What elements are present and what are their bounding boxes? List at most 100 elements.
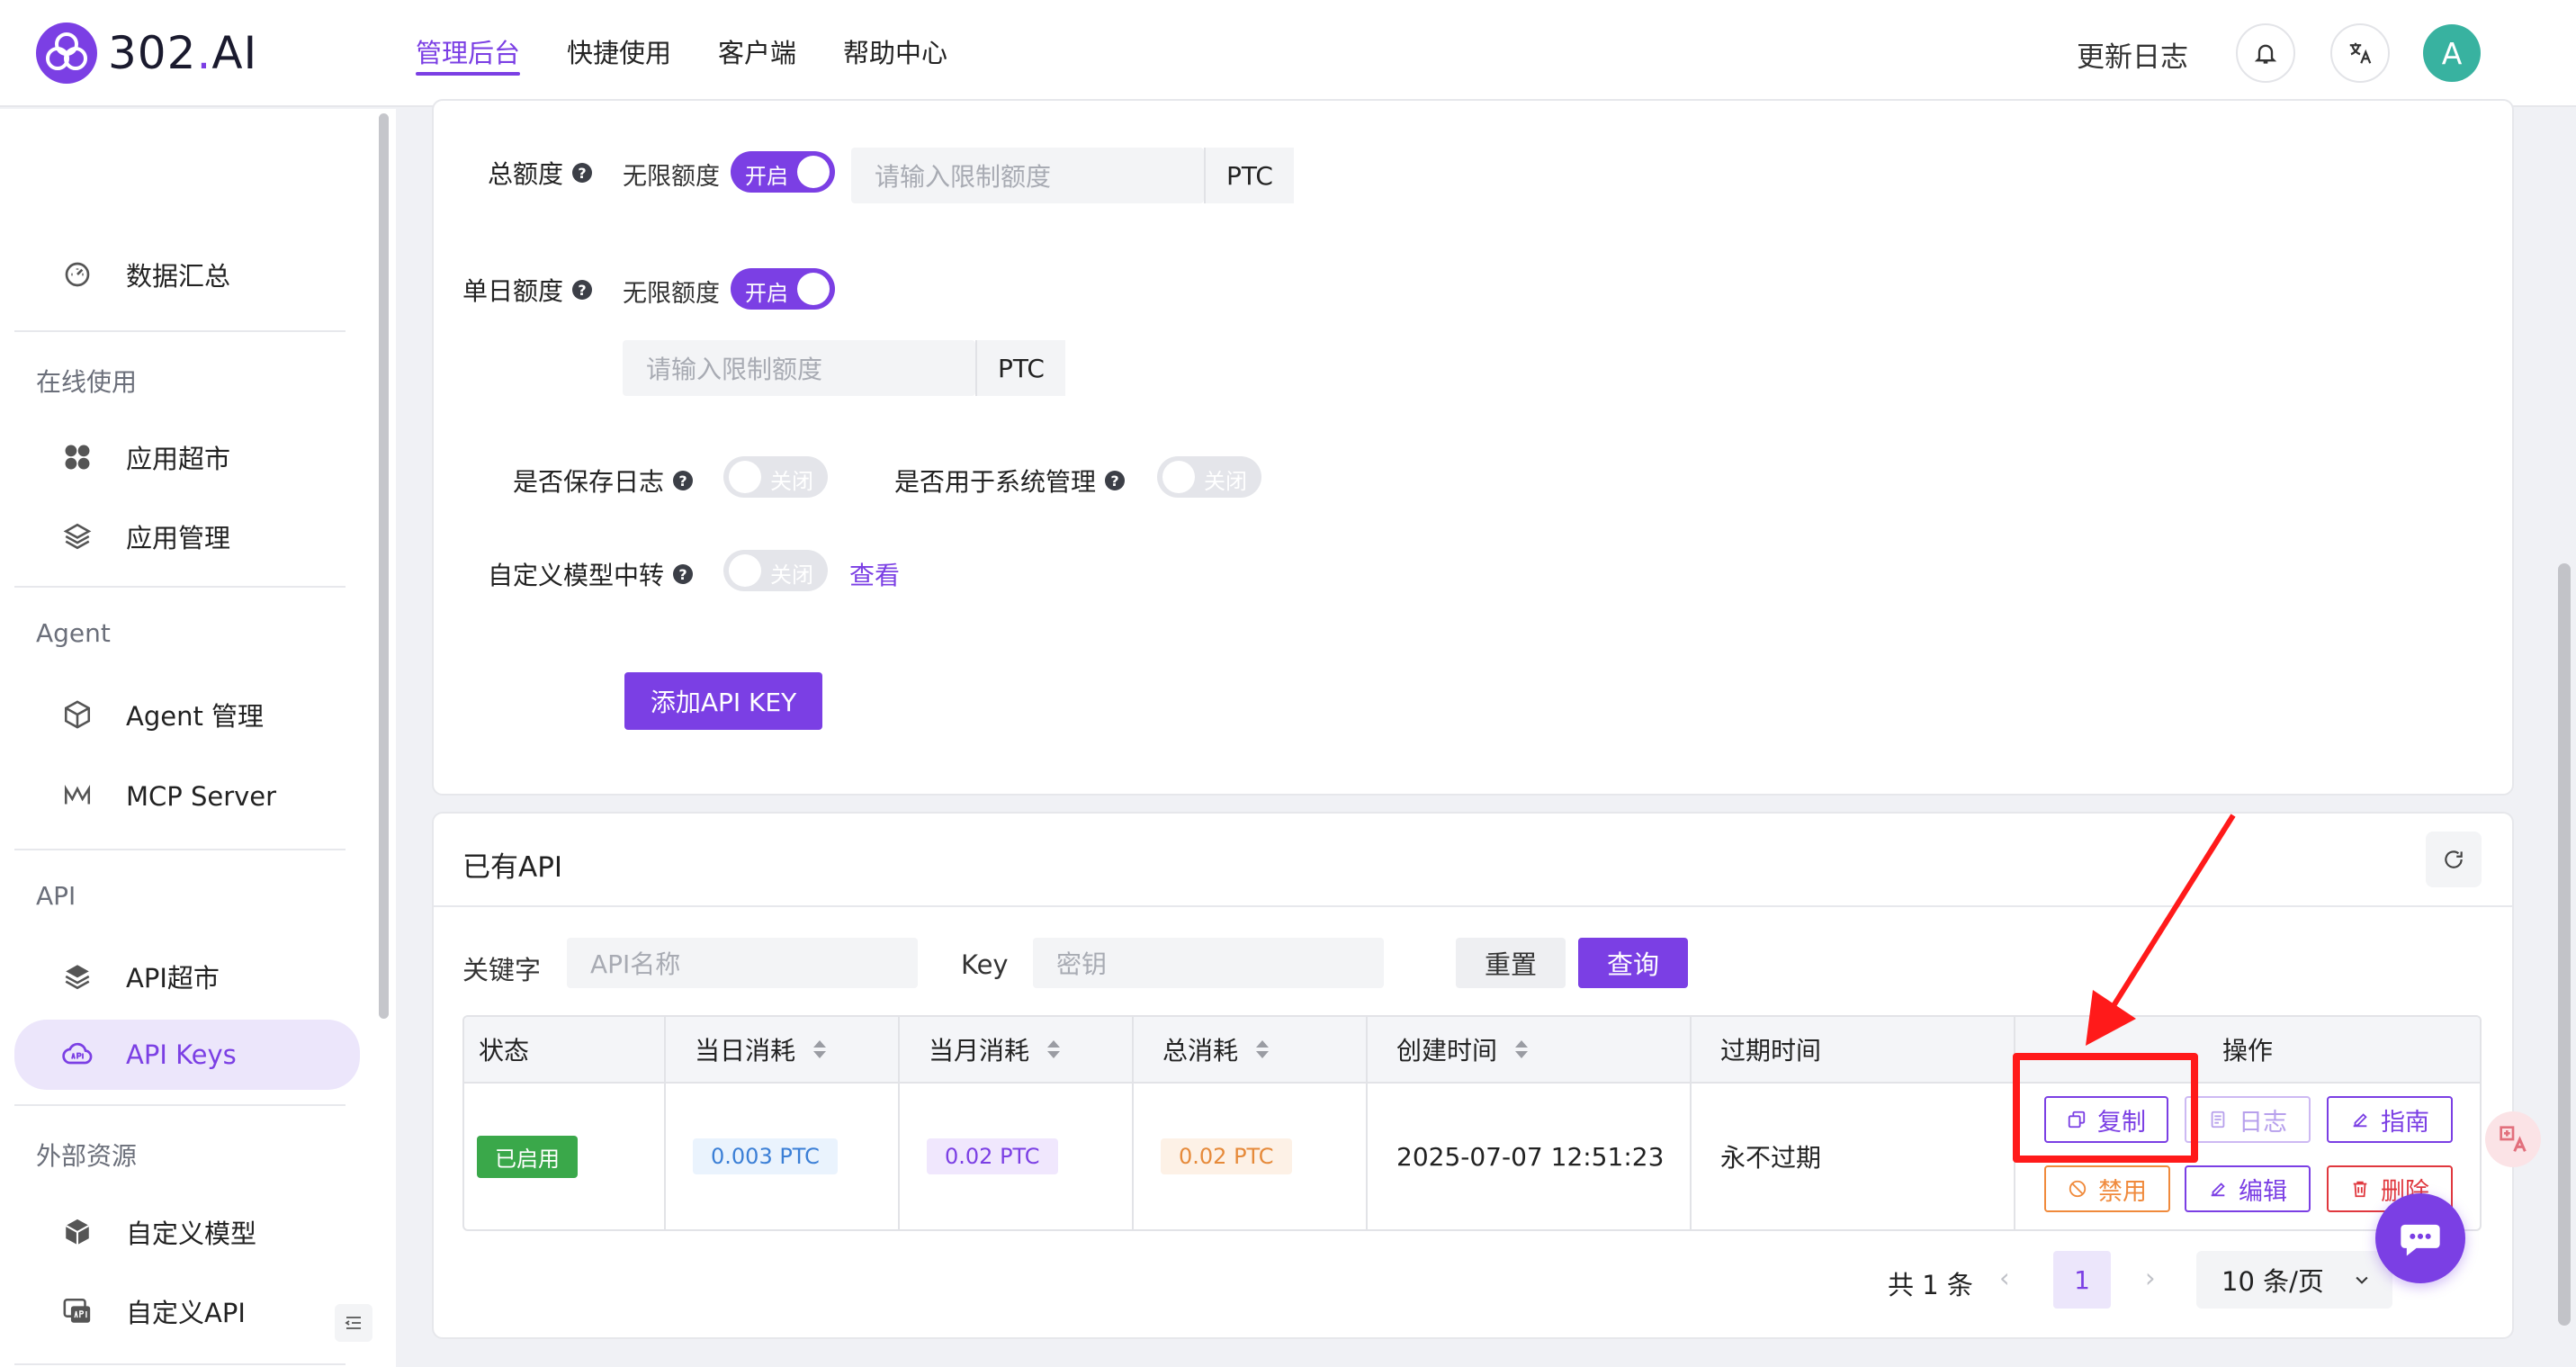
- help-icon[interactable]: ?: [572, 280, 593, 300]
- sidebar-item-app-market[interactable]: 应用超市: [14, 422, 360, 492]
- add-api-key-button[interactable]: 添加API KEY: [624, 672, 822, 730]
- help-icon[interactable]: ?: [572, 163, 593, 183]
- toggle-knob: [1162, 461, 1195, 493]
- cell-daily: 0.003 PTC: [666, 1084, 900, 1229]
- nav-client[interactable]: 客户端: [718, 32, 796, 76]
- refresh-icon: [2445, 850, 2463, 868]
- nav-quick-use[interactable]: 快捷使用: [567, 32, 671, 76]
- query-button[interactable]: 查询: [1578, 938, 1688, 988]
- sidebar-item-dashboard[interactable]: 数据汇总: [14, 239, 360, 310]
- sidebar-item-api-keys[interactable]: API Keys: [14, 1020, 360, 1090]
- language-button[interactable]: [2330, 23, 2390, 83]
- sort-icon[interactable]: [1256, 1040, 1270, 1058]
- collapse-icon: [345, 1317, 361, 1329]
- daily-unlimited-toggle[interactable]: 开启: [731, 268, 835, 310]
- mcp-icon: [59, 778, 95, 814]
- annotation-arrow: [2086, 814, 2236, 1046]
- created-time: 2025-07-07 12:51:23: [1396, 1141, 1665, 1172]
- button-label: 指南: [2381, 1108, 2429, 1137]
- api-window-icon: [59, 1293, 95, 1329]
- bell-icon: [2254, 44, 2277, 64]
- total-limit-input[interactable]: 请输入限制额度: [851, 148, 1204, 203]
- logo[interactable]: 302.AI: [36, 22, 257, 85]
- grid-icon: [59, 439, 95, 475]
- edit-pencil-icon: [2211, 1183, 2225, 1197]
- col-total[interactable]: 总消耗: [1134, 1017, 1368, 1082]
- divider: [14, 849, 346, 850]
- sidebar-item-agent-manage[interactable]: Agent 管理: [14, 679, 360, 750]
- col-monthly[interactable]: 当月消耗: [900, 1017, 1134, 1082]
- cube-icon: [59, 697, 95, 733]
- expire-time: 永不过期: [1720, 1143, 1822, 1173]
- custom-relay-toggle[interactable]: 关闭: [723, 550, 828, 591]
- nav-help[interactable]: 帮助中心: [843, 32, 947, 76]
- sort-icon[interactable]: [813, 1040, 827, 1058]
- label-text: 总额度: [488, 159, 564, 189]
- keyword-label: 关键字: [462, 955, 542, 985]
- col-daily[interactable]: 当日消耗: [666, 1017, 900, 1082]
- sidebar-item-mcp-server[interactable]: MCP Server: [14, 761, 360, 832]
- notification-button[interactable]: [2236, 23, 2295, 83]
- total-unit: PTC: [1204, 148, 1294, 203]
- sidebar-item-app-manage[interactable]: 应用管理: [14, 501, 360, 571]
- sidebar-item-label: 自定义API: [126, 1298, 246, 1328]
- toggle-knob: [797, 273, 830, 305]
- api-cloud-icon: [59, 1037, 95, 1073]
- keyword-input[interactable]: API名称: [567, 938, 918, 988]
- next-page-button[interactable]: ›: [2145, 1263, 2156, 1293]
- cell-monthly: 0.02 PTC: [900, 1084, 1134, 1229]
- translate-icon: [2349, 42, 2372, 64]
- log-button[interactable]: 日志: [2185, 1096, 2311, 1143]
- sort-icon[interactable]: [1047, 1040, 1061, 1058]
- save-log-toggle[interactable]: 关闭: [723, 456, 828, 498]
- group-api: API: [36, 881, 76, 911]
- guide-button[interactable]: 指南: [2327, 1096, 2453, 1143]
- total-usage-badge: 0.02 PTC: [1161, 1138, 1292, 1174]
- monthly-usage-badge: 0.02 PTC: [927, 1138, 1058, 1174]
- sidebar-item-label: Agent 管理: [126, 701, 265, 732]
- daily-limit-input[interactable]: 请输入限制额度: [623, 340, 975, 396]
- help-icon[interactable]: ?: [673, 564, 694, 584]
- annotation-highlight-box: [2013, 1053, 2198, 1163]
- edit-button[interactable]: 编辑: [2185, 1165, 2311, 1212]
- sidebar-item-label: MCP Server: [126, 781, 277, 812]
- sort-icon[interactable]: [1515, 1040, 1529, 1058]
- prev-page-button[interactable]: ‹: [1999, 1263, 2010, 1293]
- reset-button[interactable]: 重置: [1456, 938, 1566, 988]
- page-translate-button[interactable]: [2485, 1111, 2541, 1167]
- changelog-link[interactable]: 更新日志: [2077, 34, 2188, 75]
- status-badge: 已启用: [477, 1135, 578, 1178]
- sidebar: 数据汇总 在线使用 应用超市 应用管理 Agent Agent 管理 MCP S…: [0, 109, 396, 1367]
- key-input[interactable]: 密钥: [1033, 938, 1384, 988]
- button-label: 日志: [2239, 1108, 2287, 1137]
- button-label: 禁用: [2098, 1177, 2147, 1206]
- chat-bubble-icon: [2401, 1224, 2440, 1256]
- page-size-select[interactable]: 10 条/页: [2196, 1251, 2392, 1309]
- sidebar-item-custom-api[interactable]: 自定义API: [14, 1276, 360, 1346]
- collapse-sidebar-button[interactable]: [335, 1304, 372, 1342]
- disable-button[interactable]: 禁用: [2044, 1165, 2170, 1212]
- total-unlimited-toggle[interactable]: 开启: [731, 151, 835, 193]
- translate-icon: [2500, 1126, 2527, 1152]
- section-title: 已有API: [462, 851, 563, 884]
- view-link[interactable]: 查看: [849, 556, 900, 592]
- page-number[interactable]: 1: [2053, 1251, 2111, 1309]
- col-created[interactable]: 创建时间: [1368, 1017, 1692, 1082]
- sidebar-item-label: 数据汇总: [126, 261, 231, 292]
- sidebar-item-api-market[interactable]: API超市: [14, 941, 360, 1012]
- label-text: 是否保存日志: [513, 467, 665, 497]
- system-manage-toggle[interactable]: 关闭: [1157, 456, 1261, 498]
- divider: [14, 1104, 346, 1106]
- label-text: 是否用于系统管理: [894, 467, 1097, 497]
- help-icon[interactable]: ?: [673, 471, 694, 490]
- toggle-label: 关闭: [770, 562, 813, 588]
- help-icon[interactable]: ?: [1105, 471, 1126, 490]
- col-expires: 过期时间: [1692, 1017, 2015, 1082]
- chat-support-button[interactable]: [2375, 1193, 2465, 1283]
- nav-admin[interactable]: 管理后台: [416, 32, 521, 76]
- sidebar-scrollbar[interactable]: [379, 113, 389, 1019]
- sidebar-item-custom-model[interactable]: 自定义模型: [14, 1197, 360, 1267]
- refresh-button[interactable]: [2426, 832, 2482, 887]
- main-scrollbar[interactable]: [2558, 563, 2571, 1326]
- avatar[interactable]: A: [2423, 24, 2481, 82]
